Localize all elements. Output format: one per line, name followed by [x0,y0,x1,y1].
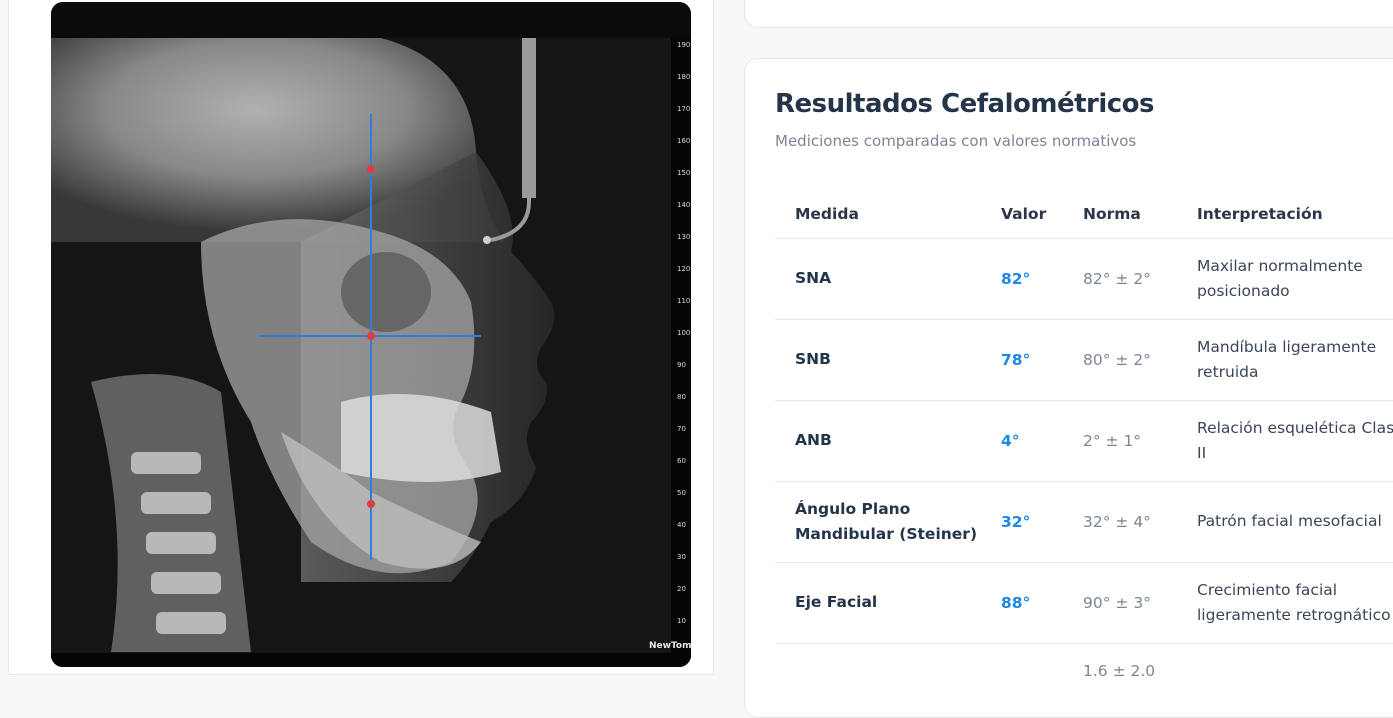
previous-card [744,0,1393,28]
row-value: 4° [981,400,1063,482]
row-interpretation: Patrón facial mesofacial [1177,481,1393,563]
ruler-tick-label: 80 [677,393,686,401]
results-subtitle: Mediciones comparadas con valores normat… [775,132,1137,150]
row-interpretation: Mandíbula ligeramente retruida [1177,319,1393,401]
ruler-tick-label: 150 [677,169,690,177]
row-norm: 90° ± 3° [1063,562,1177,644]
ruler-tick-label: 180 [677,73,690,81]
header-interpretation: Interpretación [1177,190,1393,239]
ruler-tick-label: 130 [677,233,690,241]
image-panel: 190 180 170 160 150 140 130 120 110 100 90 80 70 60 50… [8,0,714,675]
row-value [981,643,1063,683]
ruler-tick-label: 110 [677,297,690,305]
landmark-point-sella [367,165,375,173]
ruler-tick-label: 30 [677,553,686,561]
ruler-tick-label: 10 [677,617,686,625]
row-norm: 32° ± 4° [1063,481,1177,563]
ruler-tick-label: 140 [677,201,690,209]
row-interpretation: Relación esquelética Clase II [1177,400,1393,482]
ruler-tick-label: 160 [677,137,690,145]
results-table: Medida Valor Norma Interpretación SNA 82… [775,190,1393,683]
row-interpretation [1177,643,1393,683]
row-measure: Ángulo Plano Mandibular (Steiner) [775,481,981,563]
header-norm: Norma [1063,190,1177,239]
row-interpretation: Maxilar normalmente posicionado [1177,238,1393,320]
header-value: Valor [981,190,1063,239]
landmark-point-menton [367,500,375,508]
row-measure [775,643,981,683]
table-row: SNB 78° 80° ± 2° Mandíbula ligeramente r… [775,319,1393,401]
ruler-tick-label: 50 [677,489,686,497]
ruler-tick-label: 190 [677,41,690,49]
ruler-tick-label: 120 [677,265,690,273]
row-measure: Eje Facial [775,562,981,644]
row-measure: SNB [775,319,981,401]
landmark-point-nasion [367,332,375,340]
row-measure: SNA [775,238,981,320]
ruler-tick-label: 100 [677,329,690,337]
results-title: Resultados Cefalométricos [775,89,1155,119]
row-value: 82° [981,238,1063,320]
table-row: SNA 82° 82° ± 2° Maxilar normalmente pos… [775,238,1393,320]
cephalometric-xray[interactable]: 190 180 170 160 150 140 130 120 110 100 90 80 70 60 50… [51,2,691,667]
table-row: 1.6 ± 2.0 [775,643,1393,683]
row-measure: ANB [775,400,981,482]
ruler-tick-label: 20 [677,585,686,593]
row-norm: 80° ± 2° [1063,319,1177,401]
row-interpretation: Crecimiento facial ligeramente retrognát… [1177,562,1393,644]
row-value: 88° [981,562,1063,644]
ruler-tick-label: 40 [677,521,686,529]
table-row: Ángulo Plano Mandibular (Steiner) 32° 32… [775,481,1393,563]
ruler-tick-label: 170 [677,105,690,113]
row-norm: 82° ± 2° [1063,238,1177,320]
row-norm: 2° ± 1° [1063,400,1177,482]
row-norm: 1.6 ± 2.0 [1083,661,1156,680]
table-header-row: Medida Valor Norma Interpretación [775,190,1393,239]
table-row: ANB 4° 2° ± 1° Relación esquelética Clas… [775,400,1393,482]
ruler-tick-label: 70 [677,425,686,433]
table-row: Eje Facial 88° 90° ± 3° Crecimiento faci… [775,562,1393,644]
row-value: 32° [981,481,1063,563]
header-measure: Medida [775,190,981,239]
results-card: Resultados Cefalométricos Mediciones com… [744,58,1393,718]
row-value: 78° [981,319,1063,401]
ruler-tick-label: 60 [677,457,686,465]
ruler-tick-label: 90 [677,361,686,369]
xray-image: 190 180 170 160 150 140 130 120 110 100 90 80 70 60 50… [51,2,691,667]
brand-label: NewTom [649,641,691,651]
